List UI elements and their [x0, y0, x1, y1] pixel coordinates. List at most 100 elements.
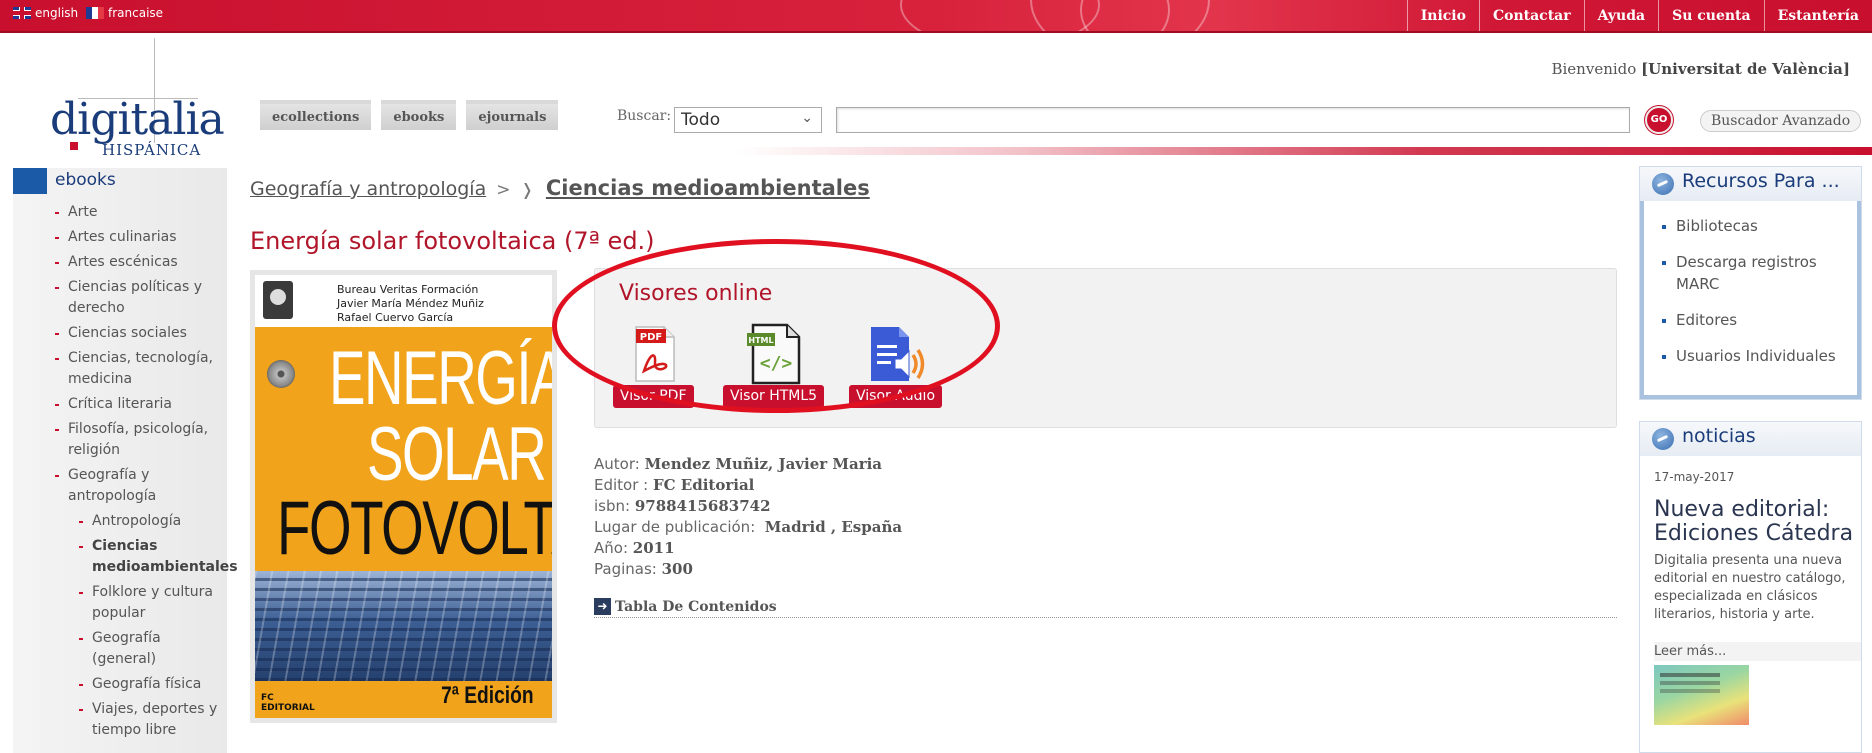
recursos-link[interactable]: Descarga registros MARC [1662, 251, 1857, 295]
sidebar-item[interactable]: Artes escénicas [13, 252, 227, 273]
news-headline[interactable]: Nueva editorial: Ediciones Cátedra [1654, 498, 1861, 546]
language-english[interactable]: english [13, 6, 78, 20]
sidebar-subitem[interactable]: Geografía (general) [13, 628, 227, 670]
sidebar-item[interactable]: Filosofía, psicología, religión [13, 419, 227, 461]
logo-wordmark: digitalia [50, 94, 225, 145]
tab-ecollections[interactable]: ecollections [260, 100, 372, 130]
cover-title-word: FOTOVOLTAICA [277, 486, 552, 571]
meta-row-editor: Editor : FC Editorial [594, 475, 902, 496]
bullet-icon [55, 287, 59, 289]
solar-panels-image [255, 571, 552, 681]
cover-publisher-line: FC [261, 693, 274, 703]
sidebar-item-label: Geografía y antropología [68, 467, 157, 504]
nav-su-cuenta[interactable]: Su cuenta [1658, 0, 1764, 31]
noticias-header: noticias [1640, 422, 1861, 456]
sidebar-item[interactable]: Ciencias políticas y derecho [13, 277, 227, 319]
book-cover[interactable]: Bureau Veritas Formación Javier María Mé… [250, 270, 557, 723]
sidebar-item-label: Artes escénicas [68, 254, 178, 270]
arrow-circle-icon [1652, 173, 1674, 195]
breadcrumb-parent-link[interactable]: Geografía y antropología [250, 178, 486, 200]
viewer-audio[interactable]: Visor Audio [849, 323, 943, 408]
sidebar-subitem-label: Geografía (general) [92, 630, 161, 667]
swirl-decoration [1080, 0, 1170, 31]
france-flag-icon [86, 7, 104, 19]
meta-row-lugar: Lugar de publicación: Madrid , España [594, 517, 902, 538]
sidebar-item[interactable]: Arte [13, 202, 227, 223]
news-date: 17-may-2017 [1654, 470, 1735, 484]
meta-row-anio: Año: 2011 [594, 538, 902, 559]
publisher-emblem-icon [263, 281, 293, 319]
bullet-icon [79, 684, 83, 686]
meta-value: 300 [661, 560, 693, 578]
recursos-link[interactable]: Usuarios Individuales [1662, 345, 1857, 367]
sidebar-subitem-active[interactable]: Ciencias medioambientales [13, 536, 238, 578]
meta-label: Lugar de publicación: [594, 518, 756, 536]
sidebar-item[interactable]: Crítica literaria [13, 394, 227, 415]
breadcrumb-current-link[interactable]: Ciencias medioambientales [546, 176, 870, 200]
sidebar-subitem-label: Folklore y cultura popular [92, 584, 213, 621]
tab-ejournals[interactable]: ejournals [466, 100, 559, 130]
search-input[interactable] [836, 107, 1630, 133]
sidebar-item-label: Arte [68, 204, 98, 220]
site-logo[interactable]: digitalia HISPÁNICA [48, 38, 225, 159]
language-french[interactable]: francaise [86, 6, 163, 20]
search-scope-select[interactable]: Todo ⌄ [674, 107, 822, 133]
table-of-contents-toggle[interactable]: ➜ Tabla De Contenidos [594, 598, 1617, 618]
news-read-more-link[interactable]: Leer más... [1654, 642, 1861, 661]
recursos-header: Recursos Para ... [1640, 167, 1861, 201]
advanced-search-button[interactable]: Buscador Avanzado [1700, 110, 1862, 132]
nav-ayuda[interactable]: Ayuda [1583, 0, 1658, 31]
sidebar-subitem[interactable]: Viajes, deportes y tiempo libre [13, 699, 227, 741]
collection-tabs: ecollections ebooks ejournals [260, 100, 559, 130]
sidebar-item-label: Ciencias sociales [68, 325, 187, 341]
sidebar-item[interactable]: Geografía y antropología [13, 465, 227, 507]
sidebar-item[interactable]: Ciencias, tecnología, medicina [13, 348, 227, 390]
bullet-icon [55, 262, 59, 264]
go-button[interactable]: GO [1645, 106, 1673, 134]
cover-author: Javier María Méndez Muñiz [337, 297, 484, 310]
toc-label: Tabla De Contenidos [615, 598, 777, 615]
bullet-icon [55, 358, 59, 360]
sidebar-subitem[interactable]: Folklore y cultura popular [13, 582, 227, 624]
meta-value: Madrid , España [764, 518, 903, 536]
tab-ebooks[interactable]: ebooks [381, 100, 457, 130]
meta-value: FC Editorial [653, 476, 755, 494]
news-thumbnail[interactable] [1654, 665, 1749, 725]
meta-value: 2011 [632, 539, 675, 557]
category-sidebar: ebooks Arte Artes culinarias Artes escén… [13, 168, 238, 753]
cover-header: Bureau Veritas Formación Javier María Mé… [255, 275, 552, 327]
sidebar-header[interactable]: ebooks [13, 168, 227, 194]
viewer-html5[interactable]: HTML </> Visor HTML5 [723, 323, 825, 408]
welcome-institution: [Universitat de València] [1641, 60, 1850, 78]
welcome-prefix: Bienvenido [1551, 60, 1637, 78]
sidebar-subitem[interactable]: Geografía física [13, 674, 227, 695]
meta-row-autor: Autor: Mendez Muñiz, Javier Maria [594, 454, 902, 475]
viewer-pdf[interactable]: PDF Visor PDF [613, 323, 694, 408]
sidebar-list: Arte Artes culinarias Artes escénicas Ci… [13, 194, 238, 741]
nav-inicio[interactable]: Inicio [1406, 0, 1479, 31]
sidebar-subitem-label: Antropología [92, 513, 182, 529]
sidebar-item[interactable]: Artes culinarias [13, 227, 227, 248]
meta-label: Año: [594, 539, 628, 557]
nav-estanteria[interactable]: Estantería [1763, 0, 1872, 31]
viewer-pdf-button[interactable]: Visor PDF [613, 385, 694, 408]
sidebar-item[interactable]: Ciencias sociales [13, 323, 227, 344]
recursos-link[interactable]: Bibliotecas [1662, 215, 1857, 237]
recursos-link[interactable]: Editores [1662, 309, 1857, 331]
breadcrumb-chevron-icon: ❭ [520, 180, 534, 199]
arrow-circle-icon [1652, 428, 1674, 450]
logo-subtitle: HISPÁNICA [102, 141, 202, 159]
meta-label: isbn: [594, 497, 631, 515]
breadcrumb-separator: > [496, 180, 511, 200]
top-navigation: Inicio Contactar Ayuda Su cuenta Estante… [1406, 0, 1872, 31]
pdf-icon: PDF [622, 323, 684, 385]
recursos-panel: Recursos Para ... Bibliotecas Descarga r… [1639, 166, 1862, 400]
viewer-audio-button[interactable]: Visor Audio [849, 385, 943, 408]
viewer-html5-button[interactable]: Visor HTML5 [723, 385, 825, 408]
language-label: english [35, 6, 79, 20]
nav-contactar[interactable]: Contactar [1478, 0, 1584, 31]
cover-art: Bureau Veritas Formación Javier María Mé… [255, 275, 552, 718]
bullet-icon [55, 475, 59, 477]
sidebar-item-label: Ciencias, tecnología, medicina [68, 350, 214, 387]
sidebar-subitem[interactable]: Antropología [13, 511, 227, 532]
